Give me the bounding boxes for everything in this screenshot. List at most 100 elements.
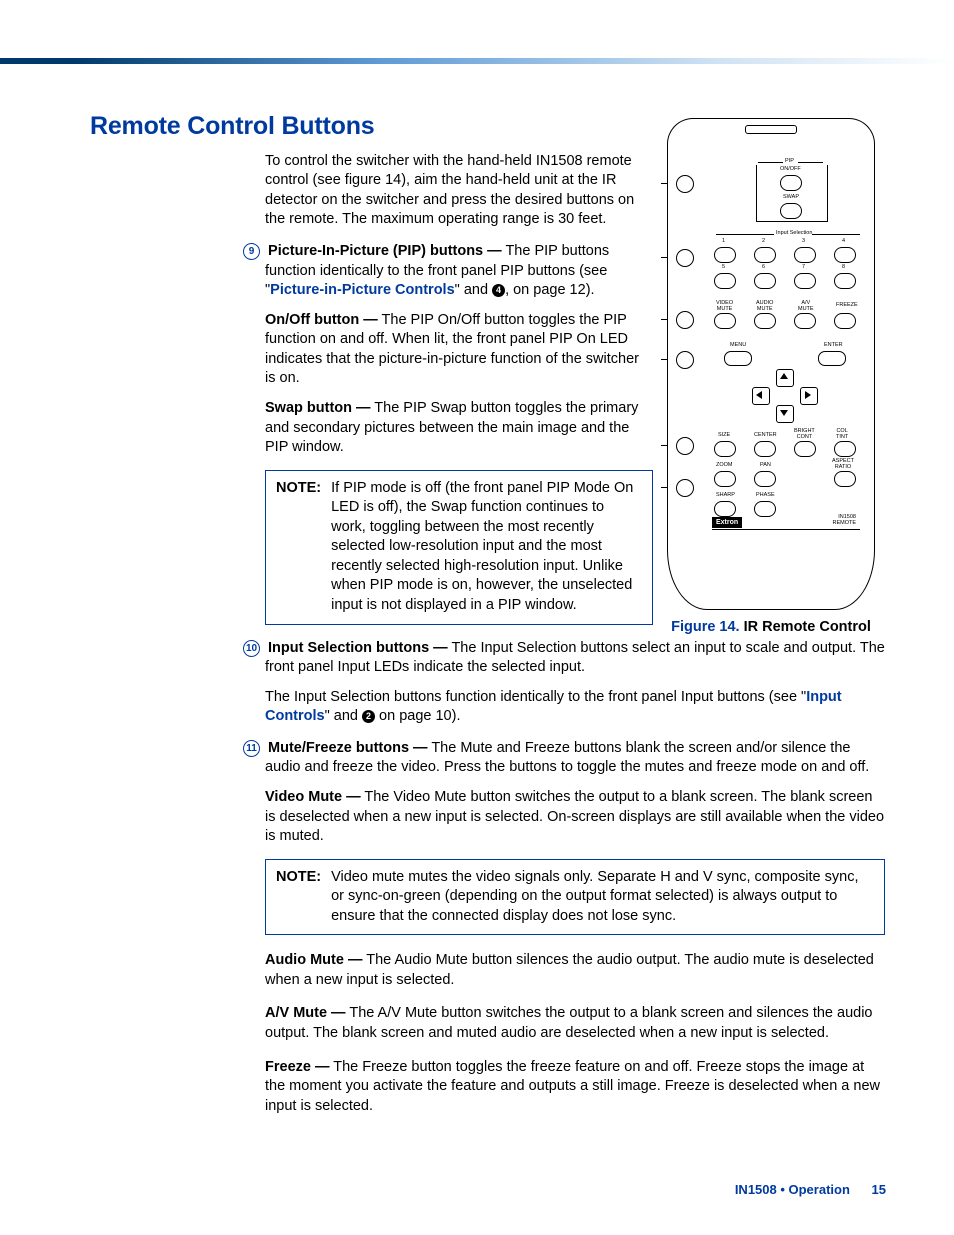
- remote-amute-label: AUDIO MUTE: [756, 301, 773, 312]
- onoff-title: On/Off button —: [265, 312, 378, 328]
- remote-bright-label: BRIGHT CONT: [794, 429, 815, 440]
- amute-paragraph: Audio Mute — The Audio Mute button silen…: [265, 951, 885, 990]
- callout-10: 10 Input Selection buttons — The Input S…: [265, 639, 885, 678]
- remote-n4: 4: [842, 239, 845, 245]
- remote-aspect-label: ASPECT RATIO: [832, 459, 854, 470]
- figure-14: PIP ON/OFF SWAP Input Selection 1 2 3 4 …: [656, 118, 886, 638]
- onoff-paragraph: On/Off button — The PIP On/Off button to…: [265, 311, 653, 389]
- avmute-title: A/V Mute —: [265, 1005, 346, 1021]
- remote-model-label: IN1508 REMOTE: [832, 515, 856, 526]
- note-2-text: Video mute mutes the video signals only.…: [331, 868, 874, 927]
- pip-group-outline: [756, 165, 828, 222]
- remote-input-4-button: [834, 247, 856, 263]
- rule: [812, 234, 860, 235]
- note-1-text: If PIP mode is off (the front panel PIP …: [331, 479, 642, 616]
- remote-n6: 6: [762, 265, 765, 271]
- side-callout-icon: [676, 311, 694, 329]
- remote-n2: 2: [762, 239, 765, 245]
- freeze-title: Freeze —: [265, 1059, 329, 1075]
- rule: [798, 162, 823, 163]
- note-box-1: NOTE: If PIP mode is off (the front pane…: [265, 470, 653, 625]
- rule: [712, 529, 860, 530]
- figure-label: Figure 14.: [671, 619, 740, 635]
- c10-p2-c: on page 10).: [375, 708, 460, 724]
- remote-av-mute-button: [794, 313, 816, 329]
- leader-line: [661, 359, 668, 360]
- swap-title: Swap button —: [265, 400, 371, 416]
- callout-9-title: Picture-In-Picture (PIP) buttons —: [268, 243, 502, 259]
- remote-size-button: [714, 441, 736, 457]
- freeze-paragraph: Freeze — The Freeze button toggles the f…: [265, 1058, 885, 1117]
- remote-menu-button: [724, 351, 752, 366]
- remote-n1: 1: [722, 239, 725, 245]
- callout-9-tail: , on page 12).: [505, 282, 595, 298]
- remote-center-label: CENTER: [754, 433, 777, 439]
- remote-input-8-button: [834, 273, 856, 289]
- remote-sharp-button: [714, 501, 736, 517]
- remote-input-1-button: [714, 247, 736, 263]
- leader-line: [661, 183, 668, 184]
- callout-number-11: 11: [243, 740, 260, 757]
- rule: [716, 234, 774, 235]
- remote-phase-button: [754, 501, 776, 517]
- remote-enter-button: [818, 351, 846, 366]
- callout-11: 11 Mute/Freeze buttons — The Mute and Fr…: [265, 739, 885, 778]
- remote-video-mute-button: [714, 313, 736, 329]
- link-pip-controls[interactable]: Picture-in-Picture Controls: [270, 282, 455, 298]
- remote-outline: PIP ON/OFF SWAP Input Selection 1 2 3 4 …: [667, 118, 875, 610]
- header-rule: [0, 58, 954, 64]
- arrow-left-icon: [756, 391, 762, 399]
- avmute-text: The A/V Mute button switches the output …: [265, 1005, 872, 1041]
- leader-line: [661, 445, 668, 446]
- remote-input-5-button: [714, 273, 736, 289]
- remote-n3: 3: [802, 239, 805, 245]
- freeze-text: The Freeze button toggles the freeze fea…: [265, 1059, 880, 1114]
- remote-input-sel-label: Input Selection: [776, 231, 812, 237]
- swap-paragraph: Swap button — The PIP Swap button toggle…: [265, 399, 653, 458]
- remote-input-7-button: [794, 273, 816, 289]
- page-footer: IN1508 • Operation 15: [735, 1181, 886, 1199]
- note-box-2: NOTE: Video mute mutes the video signals…: [265, 859, 885, 936]
- callout-number-9: 9: [243, 243, 260, 260]
- callout-10-title: Input Selection buttons —: [268, 640, 448, 656]
- remote-n8: 8: [842, 265, 845, 271]
- avmute-paragraph: A/V Mute — The A/V Mute button switches …: [265, 1004, 885, 1043]
- side-callout-icon: [676, 479, 694, 497]
- remote-menu-label: MENU: [730, 343, 746, 349]
- arrow-down-icon: [780, 410, 788, 416]
- leader-line: [661, 319, 668, 320]
- remote-sharp-label: SHARP: [716, 493, 735, 499]
- c10-p2-a: The Input Selection buttons function ide…: [265, 689, 806, 705]
- remote-pan-label: PAN: [760, 463, 771, 469]
- remote-zoom-label: ZOOM: [716, 463, 733, 469]
- callout-number-10: 10: [243, 640, 260, 657]
- figure-caption: Figure 14. IR Remote Control: [656, 618, 886, 638]
- side-callout-icon: [676, 175, 694, 193]
- vmute-title: Video Mute —: [265, 789, 361, 805]
- remote-freeze-button: [834, 313, 856, 329]
- arrow-up-icon: [780, 373, 788, 379]
- remote-zoom-button: [714, 471, 736, 487]
- remote-bright-button: [794, 441, 816, 457]
- remote-size-label: SIZE: [718, 433, 730, 439]
- vmute-paragraph: Video Mute — The Video Mute button switc…: [265, 788, 885, 847]
- arrow-right-icon: [805, 391, 811, 399]
- remote-pip-label: PIP: [785, 159, 794, 165]
- ref-2-icon: 2: [362, 710, 375, 723]
- note-1-label: NOTE:: [276, 479, 321, 616]
- remote-brand-label: Extron: [712, 517, 742, 528]
- side-callout-icon: [676, 351, 694, 369]
- ref-4-icon: 4: [492, 284, 505, 297]
- remote-color-button: [834, 441, 856, 457]
- remote-pan-button: [754, 471, 776, 487]
- rule: [758, 162, 783, 163]
- remote-aspect-button: [834, 471, 856, 487]
- remote-avmute-label: A/V MUTE: [798, 301, 814, 312]
- remote-vmute-label: VIDEO MUTE: [716, 301, 733, 312]
- remote-freeze-label: FREEZE: [836, 303, 858, 309]
- ir-window-icon: [745, 125, 797, 134]
- remote-input-2-button: [754, 247, 776, 263]
- leader-line: [661, 257, 668, 258]
- footer-section: IN1508 • Operation: [735, 1182, 850, 1197]
- intro-paragraph: To control the switcher with the hand-he…: [265, 152, 653, 230]
